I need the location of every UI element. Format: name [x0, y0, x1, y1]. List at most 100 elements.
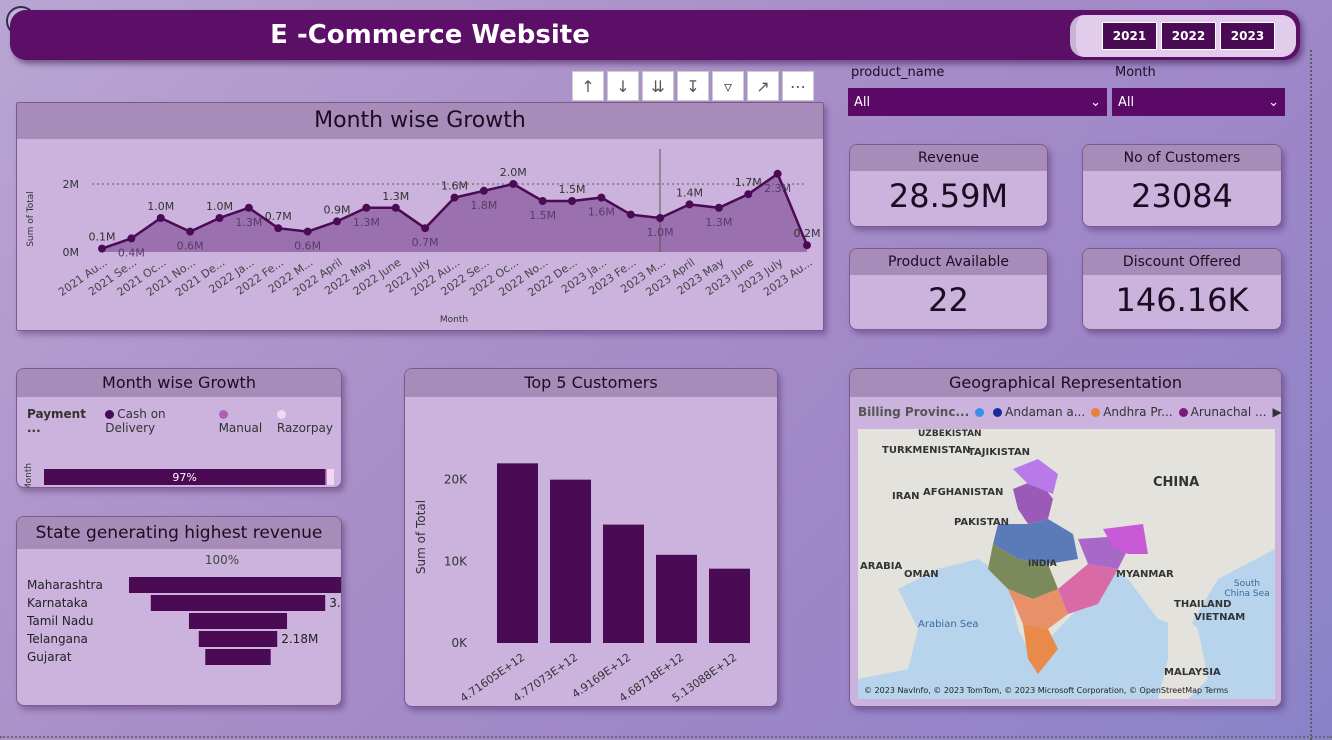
data-label: 1.0M	[647, 226, 674, 239]
data-label: 1.8M	[470, 199, 497, 212]
data-point	[656, 214, 665, 222]
data-label: 1.3M	[353, 216, 380, 229]
data-label: 1.3M	[705, 216, 732, 229]
legend-item[interactable]: Andhra Pr...	[1091, 405, 1173, 419]
year-button-2021[interactable]: 2021	[1102, 22, 1157, 50]
map-place-label: IRAN	[892, 491, 920, 502]
legend-title: Payment ...	[27, 407, 86, 435]
top-customers-title: Top 5 Customers	[405, 369, 777, 397]
year-button-2023[interactable]: 2023	[1220, 22, 1275, 50]
legend-next-icon[interactable]: ▶	[1273, 405, 1282, 419]
legend-label: Andhra Pr...	[1103, 405, 1173, 419]
data-label: 1.6M	[441, 180, 468, 193]
data-point	[333, 217, 341, 226]
legend-item[interactable]: Andaman a...	[993, 405, 1085, 419]
kpi-value: 28.59M	[888, 177, 1009, 215]
data-label: 0.6M	[177, 240, 204, 253]
data-point	[685, 200, 694, 209]
data-label: 2.3M	[764, 182, 791, 195]
state-funnel-title: State generating highest revenue	[17, 517, 341, 549]
bar	[656, 554, 697, 643]
legend-dot	[1091, 408, 1101, 417]
map-place-label: TAJIKISTAN	[968, 447, 1031, 458]
chevron-down-icon: ⌄	[1268, 94, 1279, 110]
state-funnel-card: State generating highest revenue 100%30%…	[16, 516, 342, 706]
data-point	[186, 227, 195, 236]
legend-label: Cash on Delivery	[105, 407, 166, 435]
legend-item-cod[interactable]: Cash on Delivery	[105, 407, 212, 435]
data-point	[626, 210, 635, 219]
filter-icon[interactable]: ▿	[712, 71, 744, 101]
data-label: 0.1M	[89, 231, 116, 244]
expand-hierarchy-icon[interactable]: ↧	[677, 71, 709, 101]
payment-stacked-bar[interactable]: 97% Month	[17, 443, 341, 488]
legend-item[interactable]: Arunachal ...	[1178, 405, 1267, 419]
focus-mode-icon[interactable]: ↗	[747, 71, 779, 101]
y-axis-label: Sum of Total	[414, 500, 428, 574]
map-place-label: MALAYSIA	[1164, 667, 1221, 678]
kpi-card-revenue: Revenue 28.59M	[849, 144, 1048, 227]
drill-down-icon[interactable]: ↓	[607, 71, 639, 101]
data-label: 1.4M	[676, 186, 703, 199]
legend-item-razorpay[interactable]: Razorpay	[276, 407, 341, 435]
bar	[497, 463, 538, 643]
data-point	[538, 197, 547, 205]
map-place-label: Arabian Sea	[918, 619, 979, 630]
funnel-bar	[188, 613, 288, 629]
data-point	[244, 203, 253, 212]
more-options-icon[interactable]: ⋯	[782, 71, 814, 101]
funnel-bar	[198, 631, 278, 647]
legend-item-manual[interactable]: Manual	[218, 407, 271, 435]
data-point	[421, 224, 430, 233]
state-funnel-chart[interactable]: 100%30%MaharashtraKarnataka3.59MTamil Na…	[17, 549, 341, 705]
kpi-value: 22	[928, 281, 969, 319]
data-point	[362, 203, 371, 212]
data-point	[568, 197, 576, 205]
legend-dot	[975, 408, 985, 417]
top-customers-bar-chart[interactable]: 0K10K20KSum of Total4.71605E+124.77073E+…	[405, 397, 777, 706]
bar	[603, 524, 644, 643]
data-point	[450, 193, 459, 202]
year-button-2022[interactable]: 2022	[1161, 22, 1216, 50]
data-label: 0.9M	[324, 203, 351, 216]
data-label: 1.7M	[735, 176, 762, 189]
funnel-value-label: 2.18M	[281, 632, 318, 646]
data-label: 0.7M	[265, 210, 292, 223]
year-slicer: 2021 2022 2023	[1070, 15, 1296, 57]
legend-dot	[1178, 408, 1188, 417]
map-place-label: AFGHANISTAN	[923, 487, 1004, 498]
visual-toolbar: ↑ ↓ ⇊ ↧ ▿ ↗ ⋯	[572, 71, 814, 101]
map-place-label: MYANMAR	[1116, 569, 1174, 580]
kpi-label: No of Customers	[1083, 145, 1281, 171]
drill-up-icon[interactable]: ↑	[572, 71, 604, 101]
product-slicer-dropdown[interactable]: All ⌄	[848, 88, 1107, 116]
stacked-bar-segment	[326, 469, 334, 485]
data-label: 1.6M	[588, 206, 615, 219]
page-border-right	[1310, 50, 1312, 740]
geo-map-card: Geographical Representation Billing Prov…	[849, 368, 1282, 707]
data-point	[127, 234, 136, 243]
bar	[709, 568, 750, 643]
funnel-bar	[205, 649, 271, 665]
data-label: 0.2M	[794, 227, 821, 240]
kpi-label: Discount Offered	[1083, 249, 1281, 275]
data-point	[303, 227, 312, 236]
month-slicer-dropdown[interactable]: All ⌄	[1112, 88, 1285, 116]
kpi-value: 23084	[1131, 177, 1233, 215]
data-label: 1.3M	[235, 216, 262, 229]
data-point	[744, 190, 753, 199]
map-canvas[interactable]: UZBEKISTAN TURKMENISTAN TAJIKISTAN CHINA IRA…	[858, 429, 1275, 699]
page-title: E -Commerce Website	[270, 20, 590, 50]
land-mass	[858, 579, 918, 679]
funnel-value-label: 3.59M	[329, 596, 341, 610]
funnel-category-label: Tamil Nadu	[26, 614, 93, 628]
data-label: 0.7M	[412, 236, 439, 249]
geo-map-title: Geographical Representation	[850, 369, 1281, 397]
legend-item[interactable]	[975, 405, 987, 419]
payment-legend: Payment ... Cash on Delivery Manual Razo…	[27, 407, 341, 435]
top-customers-card: Top 5 Customers 0K 10K 20K Sum of Total 4.71…	[404, 368, 778, 707]
data-point	[156, 214, 165, 222]
growth-line-chart[interactable]: 2M0MSum of Total 0.1M2021 Au...0.4M2021 S…	[17, 139, 823, 329]
go-to-next-level-icon[interactable]: ⇊	[642, 71, 674, 101]
bar	[550, 479, 591, 643]
